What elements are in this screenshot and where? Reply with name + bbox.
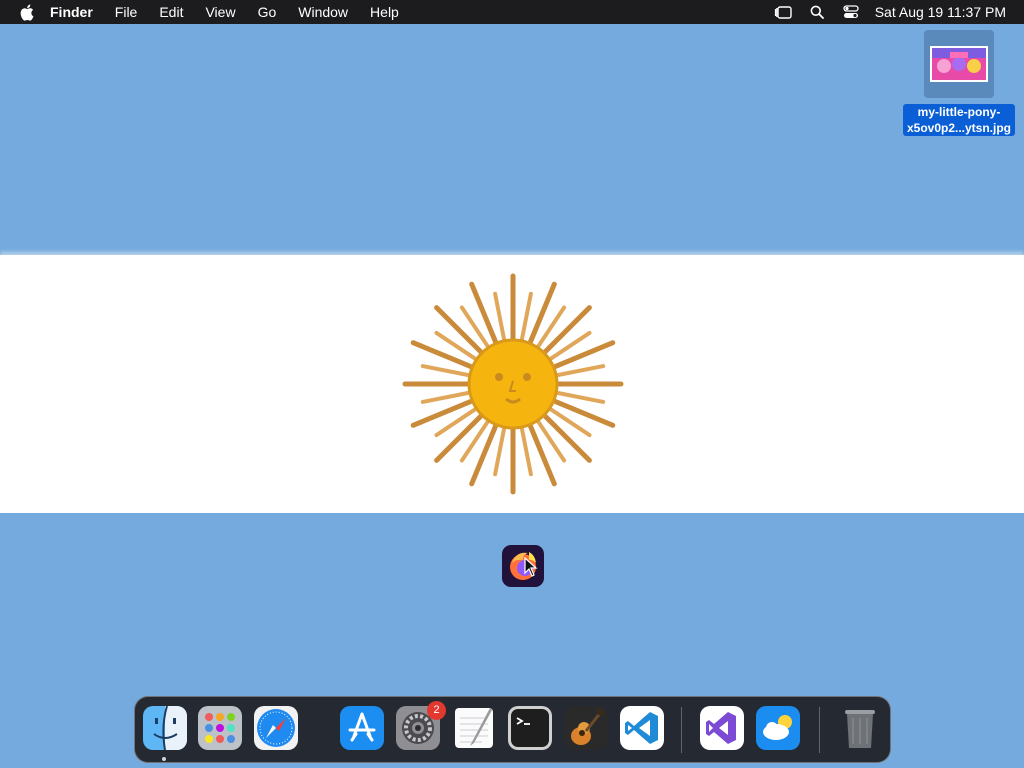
- visual-studio-icon[interactable]: [700, 706, 744, 750]
- menu-edit[interactable]: Edit: [159, 4, 183, 20]
- wallpaper-top-band: [0, 24, 1024, 255]
- dock-separator: [681, 707, 682, 753]
- launchpad-icon[interactable]: [198, 706, 242, 750]
- finder-running-indicator: [162, 757, 166, 761]
- menu-help[interactable]: Help: [370, 4, 399, 20]
- weather-icon[interactable]: [756, 706, 800, 750]
- image-thumbnail-icon: [930, 46, 988, 82]
- menu-clock[interactable]: Sat Aug 19 11:37 PM: [875, 4, 1006, 20]
- garageband-icon[interactable]: [564, 706, 608, 750]
- file-name-line-2: x5ov0p2...ytsn.jpg: [906, 121, 1012, 135]
- stage-manager-icon[interactable]: [773, 2, 793, 22]
- file-thumbnail-selection[interactable]: [924, 30, 994, 98]
- safari-icon[interactable]: [254, 706, 298, 750]
- system-settings-icon[interactable]: 2: [396, 701, 446, 750]
- terminal-icon[interactable]: [508, 706, 552, 750]
- app-store-icon[interactable]: [340, 706, 384, 750]
- trash-icon[interactable]: [838, 706, 882, 750]
- menu-bar: Finder File Edit View Go Window Help Sat…: [0, 0, 1024, 24]
- dock-separator: [819, 707, 820, 753]
- dock: 2: [134, 696, 891, 763]
- finder-icon[interactable]: [143, 706, 187, 750]
- menu-file[interactable]: File: [115, 4, 138, 20]
- notification-badge: 2: [427, 701, 446, 720]
- menu-window[interactable]: Window: [298, 4, 348, 20]
- sun-of-may-icon: [402, 273, 624, 495]
- file-name-label[interactable]: my-little-pony- x5ov0p2...ytsn.jpg: [902, 104, 1016, 136]
- visual-studio-code-icon[interactable]: [620, 706, 664, 750]
- mouse-cursor-icon: [524, 557, 538, 577]
- menu-view[interactable]: View: [205, 4, 235, 20]
- menu-go[interactable]: Go: [258, 4, 277, 20]
- spotlight-icon[interactable]: [807, 2, 827, 22]
- textedit-icon[interactable]: [452, 706, 496, 750]
- control-center-icon[interactable]: [841, 2, 861, 22]
- desktop-file-my-little-pony[interactable]: my-little-pony- x5ov0p2...ytsn.jpg: [898, 30, 1020, 137]
- apple-menu-icon[interactable]: [16, 2, 36, 22]
- menu-app-name[interactable]: Finder: [50, 4, 93, 20]
- file-name-line-1: my-little-pony-: [917, 105, 1001, 119]
